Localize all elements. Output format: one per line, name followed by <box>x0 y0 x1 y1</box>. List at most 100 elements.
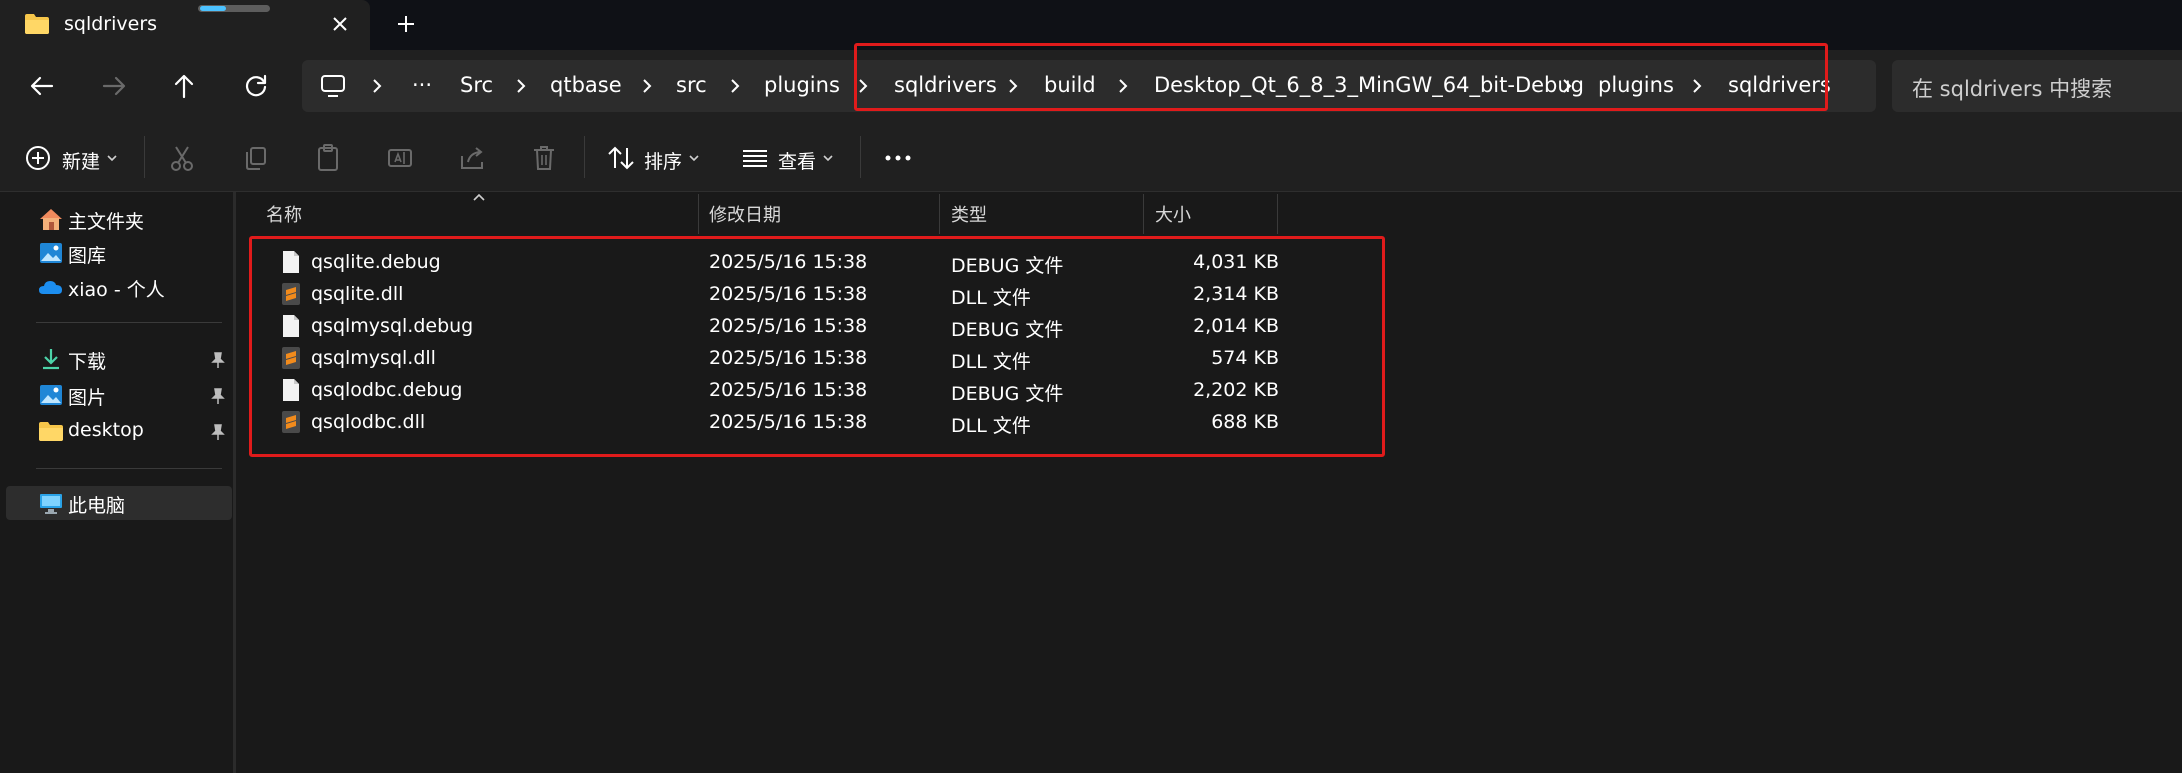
file-row[interactable]: qsqlodbc.dll 2025/5/16 15:38 DLL 文件 688 KB <box>253 406 1453 438</box>
download-icon <box>43 349 59 370</box>
chevron-right-icon[interactable] <box>1558 76 1576 96</box>
search-box[interactable]: 在 sqldrivers 中搜索 <box>1892 60 2182 112</box>
breadcrumb-plugins[interactable]: plugins <box>764 73 840 97</box>
file-modified-date: 2025/5/16 15:38 <box>709 315 868 337</box>
column-header-modified[interactable]: 修改日期 <box>699 192 939 234</box>
pin-icon[interactable] <box>210 423 226 441</box>
sort-arrows-icon[interactable] <box>606 142 636 174</box>
blank-file-icon <box>283 251 299 273</box>
view-button[interactable]: 查看 <box>778 147 816 174</box>
toolbar-separator <box>144 136 145 178</box>
column-header-size[interactable]: 大小 <box>1145 192 1277 234</box>
file-name: qsqlodbc.dll <box>311 411 426 433</box>
chevron-right-icon[interactable] <box>726 76 744 96</box>
back-arrow-icon[interactable] <box>26 70 58 102</box>
pin-icon[interactable] <box>210 387 226 405</box>
command-bar: 新建 排序 查看 <box>0 122 2182 192</box>
gallery-icon <box>40 243 62 263</box>
chevron-right-icon[interactable] <box>368 76 386 96</box>
this-pc-icon <box>40 494 62 514</box>
forward-arrow-icon[interactable] <box>98 70 130 102</box>
breadcrumb-qtbase[interactable]: qtbase <box>550 73 622 97</box>
sidebar-item-label: 下载 <box>68 351 107 373</box>
file-list-view: 名称 修改日期 类型 大小 qsqlite.debug 2025/5/16 15:… <box>239 192 2182 773</box>
breadcrumb-plugins-2[interactable]: plugins <box>1598 73 1674 97</box>
chevron-right-icon[interactable] <box>512 76 530 96</box>
title-bar: sqldrivers <box>0 0 2182 50</box>
new-button[interactable]: 新建 <box>62 147 100 174</box>
monitor-icon[interactable] <box>320 74 346 98</box>
view-lines-icon[interactable] <box>740 142 770 174</box>
toolbar-separator <box>860 136 861 178</box>
file-type: DLL 文件 <box>951 287 1031 309</box>
chevron-right-icon[interactable] <box>1114 76 1132 96</box>
blank-file-icon <box>283 379 299 401</box>
breadcrumb-sqldrivers[interactable]: sqldrivers <box>894 73 997 97</box>
sidebar-item-label: 主文件夹 <box>68 211 145 233</box>
file-row[interactable]: qsqlmysql.debug 2025/5/16 15:38 DEBUG 文件 2,… <box>253 310 1453 342</box>
tab-title: sqldrivers <box>64 13 158 35</box>
sublime-file-icon <box>282 283 300 305</box>
file-type: DEBUG 文件 <box>951 319 1064 341</box>
chevron-right-icon[interactable] <box>1004 76 1022 96</box>
chevron-right-icon[interactable] <box>638 76 656 96</box>
chevron-right-icon[interactable] <box>1688 76 1706 96</box>
sidebar-item-onedrive[interactable]: xiao - 个人 <box>6 270 232 304</box>
file-row[interactable]: qsqlmysql.dll 2025/5/16 15:38 DLL 文件 574 KB <box>253 342 1453 374</box>
file-row[interactable]: qsqlite.debug 2025/5/16 15:38 DEBUG 文件 4,03… <box>253 246 1453 278</box>
breadcrumb-src[interactable]: Src <box>460 73 493 97</box>
share-icon[interactable] <box>458 142 486 174</box>
pin-icon[interactable] <box>210 351 226 369</box>
sidebar-item-gallery[interactable]: 图库 <box>6 236 232 270</box>
paste-clipboard-icon[interactable] <box>314 142 342 174</box>
copy-icon[interactable] <box>242 142 270 174</box>
toolbar-separator <box>584 136 585 178</box>
sidebar-item-label: 图库 <box>68 245 107 267</box>
delete-trash-icon[interactable] <box>530 142 558 174</box>
sidebar-item-this-pc[interactable]: 此电脑 <box>6 486 232 520</box>
column-header-type[interactable]: 类型 <box>941 192 1143 234</box>
cut-scissors-icon[interactable] <box>168 142 196 174</box>
address-bar[interactable]: ··· Src qtbase src plugins sqldrivers bu… <box>302 60 1876 112</box>
file-name: qsqlmysql.debug <box>311 315 474 337</box>
new-tab-plus-icon[interactable] <box>392 10 420 38</box>
tab-loading-indicator <box>198 5 270 12</box>
sidebar-item-label: desktop <box>68 419 144 441</box>
file-modified-date: 2025/5/16 15:38 <box>709 283 868 305</box>
breadcrumb-sqldrivers-current[interactable]: sqldrivers <box>1728 73 1831 97</box>
breadcrumb-build[interactable]: build <box>1044 73 1096 97</box>
sidebar-item-desktop[interactable]: desktop <box>6 414 232 448</box>
column-divider[interactable] <box>1143 194 1144 234</box>
sort-button[interactable]: 排序 <box>644 147 682 174</box>
pictures-icon <box>40 385 62 405</box>
close-icon[interactable] <box>326 10 354 38</box>
new-plus-circle-icon[interactable] <box>24 142 52 174</box>
file-size: 2,202 KB <box>1193 379 1279 401</box>
column-header-name[interactable]: 名称 <box>256 192 698 234</box>
folder-icon <box>39 422 63 441</box>
rename-icon[interactable] <box>386 142 414 174</box>
onedrive-cloud-icon <box>39 281 62 294</box>
breadcrumb-overflow[interactable]: ··· <box>412 73 432 97</box>
sidebar-item-pictures[interactable]: 图片 <box>6 378 232 412</box>
chevron-down-icon[interactable] <box>104 142 120 174</box>
refresh-icon[interactable] <box>240 70 272 102</box>
breadcrumb-src-lower[interactable]: src <box>676 73 707 97</box>
sublime-file-icon <box>282 411 300 433</box>
sidebar-item-home[interactable]: 主文件夹 <box>6 202 232 236</box>
tab-sqldrivers[interactable]: sqldrivers <box>0 0 370 50</box>
file-type: DEBUG 文件 <box>951 255 1064 277</box>
chevron-down-icon[interactable] <box>820 142 836 174</box>
file-row[interactable]: qsqlite.dll 2025/5/16 15:38 DLL 文件 2,314 KB <box>253 278 1453 310</box>
sidebar-item-downloads[interactable]: 下载 <box>6 342 232 376</box>
more-options-icon[interactable] <box>882 142 914 174</box>
file-size: 4,031 KB <box>1193 251 1279 273</box>
file-row[interactable]: qsqlodbc.debug 2025/5/16 15:38 DEBUG 文件 2,2… <box>253 374 1453 406</box>
column-divider[interactable] <box>939 194 940 234</box>
up-arrow-icon[interactable] <box>168 70 200 102</box>
breadcrumb-desktop-qt-build[interactable]: Desktop_Qt_6_8_3_MinGW_64_bit-Debug <box>1154 73 1584 97</box>
chevron-down-icon[interactable] <box>686 142 702 174</box>
column-divider[interactable] <box>1277 194 1278 234</box>
chevron-right-icon[interactable] <box>854 76 872 96</box>
search-input[interactable]: 在 sqldrivers 中搜索 <box>1912 73 2112 103</box>
